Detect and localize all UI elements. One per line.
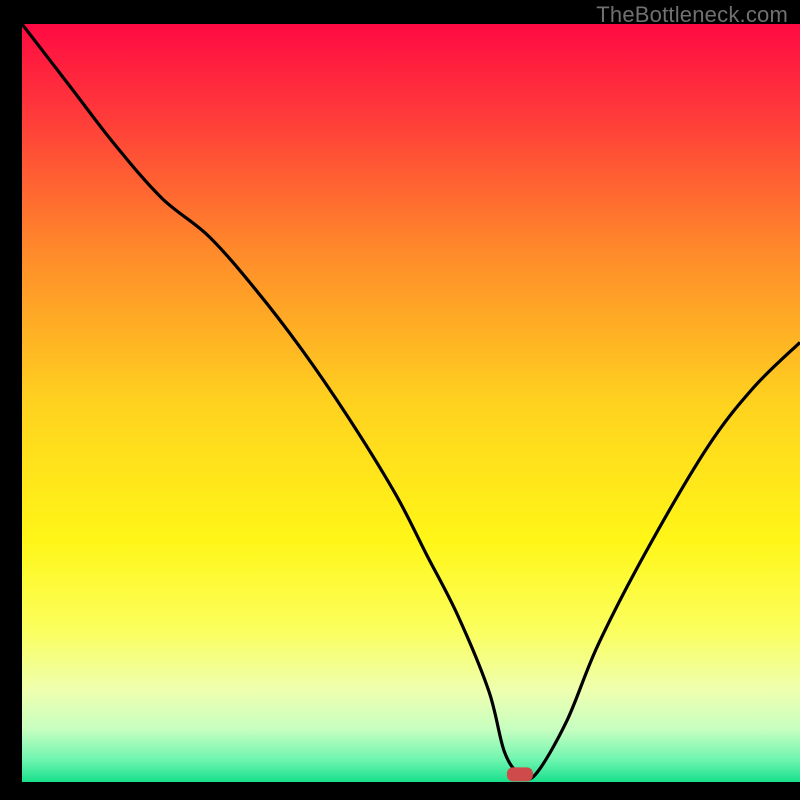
chart-container: TheBottleneck.com — [0, 0, 800, 800]
watermark-text: TheBottleneck.com — [596, 2, 788, 28]
plot-background — [22, 24, 800, 782]
bottleneck-chart — [0, 0, 800, 800]
optimal-marker — [507, 767, 533, 781]
